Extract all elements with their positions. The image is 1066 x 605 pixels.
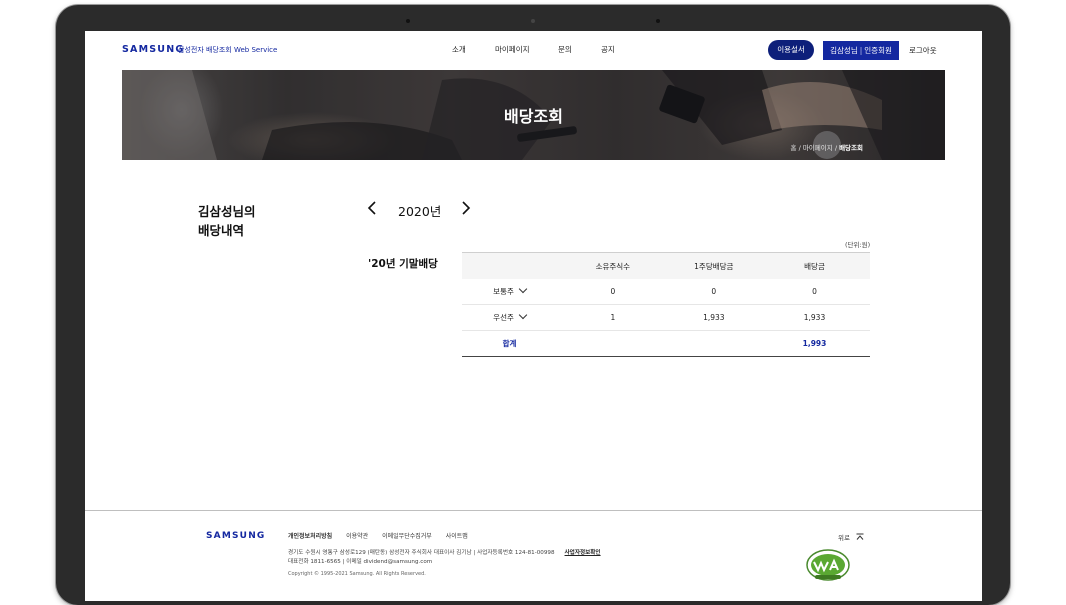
camera-dot <box>406 19 410 23</box>
nav-item-intro[interactable]: 소개 <box>452 44 466 55</box>
chevron-right-icon[interactable] <box>458 201 472 215</box>
column-header-type <box>462 252 558 279</box>
user-manual-button[interactable]: 이용설서 <box>768 40 814 60</box>
owner-subtitle: 배당내역 <box>198 223 245 238</box>
shares-cell: 1 <box>557 304 669 331</box>
page-title: 배당조회 <box>504 107 563 126</box>
camera-dot <box>656 19 660 23</box>
dividend-cell: 0 <box>759 279 870 305</box>
stock-type-toggle[interactable]: 보통주 <box>462 279 558 305</box>
copyright: Copyright © 1995-2021 Samsung. All Right… <box>288 571 426 577</box>
nav-item-notice[interactable]: 공지 <box>601 44 615 55</box>
divider: | <box>859 46 863 55</box>
sitemap-link[interactable]: 사이트맵 <box>446 533 468 540</box>
contact-text: 대표전화 1811-6565 | 이메일 dividend@samsung.co… <box>288 559 433 565</box>
year-label: 2020년 <box>398 204 442 219</box>
stock-type-label: 우선주 <box>493 313 514 322</box>
camera-dot <box>531 19 535 23</box>
footer-samsung-logo: SAMSUNG <box>206 531 266 541</box>
section-title: '20년 기말배당 <box>368 258 438 270</box>
user-status: 인증회원 <box>864 46 892 55</box>
table-row: 보통주 0 0 0 <box>462 279 870 305</box>
logout-button[interactable]: 로그아웃 <box>909 45 937 56</box>
footer: SAMSUNG 개인정보처리방침 이용약관 이메일무단수집거부 사이트맵 경기도… <box>85 510 982 601</box>
per-share-cell: 0 <box>668 279 759 305</box>
back-to-top-label: 위로 <box>838 534 850 542</box>
email-refusal-link[interactable]: 이메일무단수집거부 <box>382 533 432 540</box>
user-status-button[interactable]: 김삼성님 | 인증회원 <box>823 41 899 60</box>
shares-cell: 0 <box>557 279 669 305</box>
breadcrumb: 홈 / 마이페이지 / 배당조회 <box>791 142 864 152</box>
chevron-down-icon <box>518 310 528 320</box>
footer-links: 개인정보처리방침 이용약관 이메일무단수집거부 사이트맵 <box>288 531 480 540</box>
total-dividend: 1,993 <box>759 330 870 357</box>
table-header-row: 소유주식수 1주당배당금 배당금 <box>462 252 870 279</box>
table-row: 우선주 1 1,933 1,933 <box>462 304 870 331</box>
empty-cell <box>557 330 669 357</box>
empty-cell <box>668 330 759 357</box>
unit-label: (단위:원) <box>845 241 871 249</box>
chevron-down-icon <box>518 284 528 294</box>
stock-type-label: 보통주 <box>493 287 514 296</box>
samsung-logo[interactable]: SAMSUNG <box>122 44 184 55</box>
web-accessibility-badge-icon <box>806 549 850 581</box>
browser-screen: SAMSUNG 삼성전자 배당조회 Web Service 소개 마이페이지 문… <box>85 31 982 601</box>
page-banner: 배당조회 홈 / 마이페이지 / 배당조회 <box>122 70 945 160</box>
service-name: 삼성전자 배당조회 Web Service <box>178 46 278 54</box>
address-text: 경기도 수원시 영통구 삼성로129 (매탄동) 삼성전자 주식회사 대표이사 … <box>288 550 555 556</box>
dividend-cell: 1,933 <box>759 304 870 331</box>
user-name: 김삼성님 <box>830 46 858 55</box>
column-header-shares: 소유주식수 <box>557 252 669 279</box>
breadcrumb-mypage[interactable]: 마이페이지 <box>803 144 833 152</box>
owner-heading: 김삼성님의 배당내역 <box>198 202 256 240</box>
total-row: 합계 1,993 <box>462 330 870 357</box>
dividend-table: 소유주식수 1주당배당금 배당금 보통주 0 0 0 우선주 1 1,933 1… <box>462 252 870 357</box>
company-address: 경기도 수원시 영통구 삼성로129 (매탄동) 삼성전자 주식회사 대표이사 … <box>288 549 601 567</box>
total-label: 합계 <box>462 330 558 357</box>
nav-item-mypage[interactable]: 마이페이지 <box>495 44 530 55</box>
breadcrumb-current: 배당조회 <box>839 144 863 152</box>
chevron-up-icon <box>856 533 864 540</box>
chevron-left-icon[interactable] <box>366 201 380 215</box>
stock-type-toggle[interactable]: 우선주 <box>462 304 558 331</box>
back-to-top-button[interactable]: 위로 <box>838 532 864 542</box>
column-header-per-share: 1주당배당금 <box>668 252 759 279</box>
owner-name: 김삼성님의 <box>198 204 256 219</box>
terms-link[interactable]: 이용약관 <box>346 533 368 540</box>
nav-item-inquiry[interactable]: 문의 <box>558 44 572 55</box>
column-header-dividend: 배당금 <box>759 252 870 279</box>
business-info-link[interactable]: 사업자정보확인 <box>565 550 601 556</box>
breadcrumb-home[interactable]: 홈 <box>791 144 797 152</box>
per-share-cell: 1,933 <box>668 304 759 331</box>
privacy-policy-link[interactable]: 개인정보처리방침 <box>288 533 332 540</box>
